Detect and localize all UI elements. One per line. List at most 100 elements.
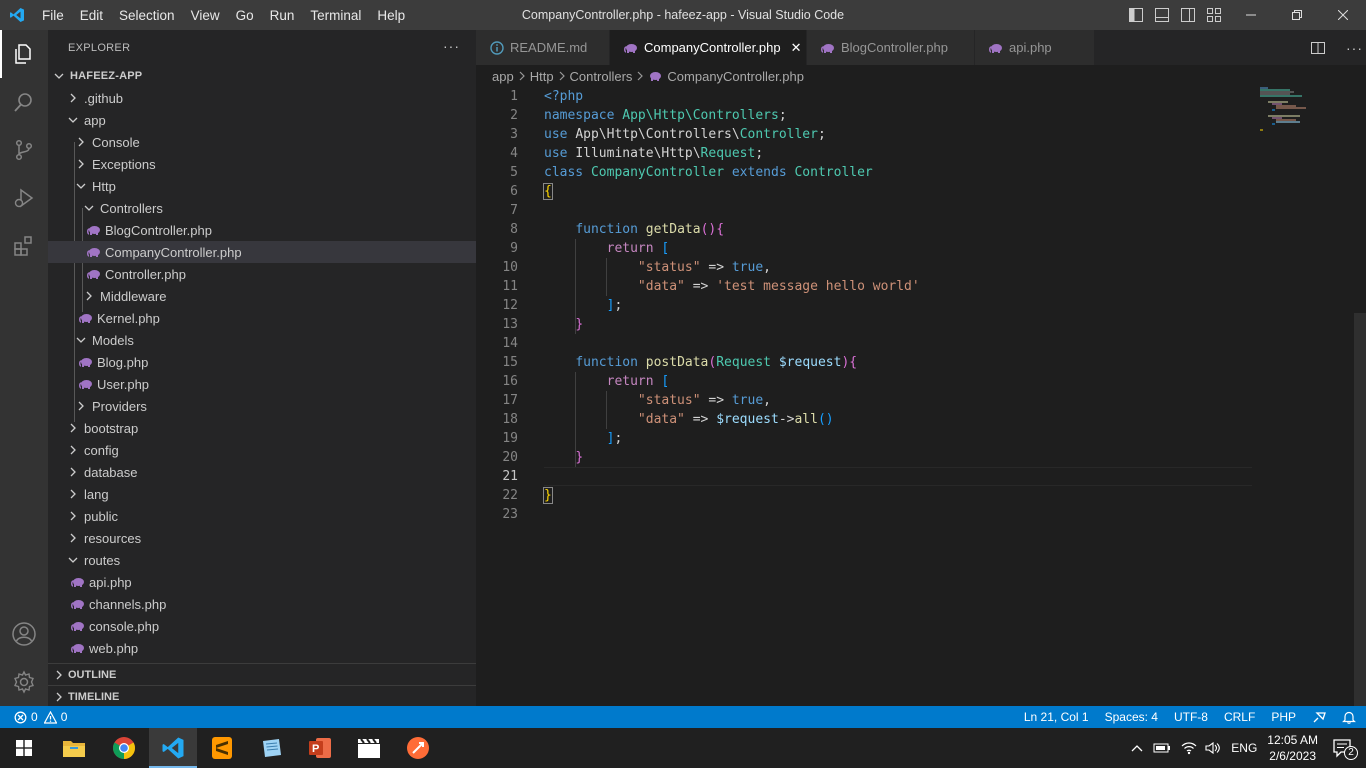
toggle-primary-sidebar-icon[interactable]	[1128, 7, 1144, 26]
end-of-line[interactable]: CRLF	[1224, 710, 1255, 724]
file-explorer-icon[interactable]	[50, 728, 98, 768]
tree-file-kernel-php[interactable]: Kernel.php	[48, 307, 476, 329]
tab-api[interactable]: api.php	[975, 30, 1095, 65]
tree-file-console-php[interactable]: console.php	[48, 615, 476, 637]
file-encoding[interactable]: UTF-8	[1174, 710, 1208, 724]
tab-blogcontroller[interactable]: BlogController.php	[807, 30, 975, 65]
menu-file[interactable]: File	[34, 8, 72, 23]
problems-indicator[interactable]: 0 0	[0, 710, 67, 724]
tree-item-label: public	[84, 508, 118, 524]
postman-icon[interactable]	[394, 728, 442, 768]
wifi-icon[interactable]	[1181, 741, 1197, 755]
tree-folder-controllers[interactable]: Controllers	[48, 197, 476, 219]
more-editor-actions-icon[interactable]: ···	[1346, 40, 1363, 59]
tree-folder-http[interactable]: Http	[48, 175, 476, 197]
outline-section[interactable]: OUTLINE	[48, 663, 476, 685]
windows-start-icon[interactable]	[0, 728, 48, 768]
tree-root-folder[interactable]: HAFEEZ-APP	[48, 65, 476, 87]
tree-folder-app[interactable]: app	[48, 109, 476, 131]
tree-item-label: web.php	[89, 640, 139, 656]
search-icon[interactable]	[0, 78, 48, 126]
tab-readme[interactable]: README.md	[476, 30, 610, 65]
breadcrumb-controllers[interactable]: Controllers	[570, 69, 633, 84]
tree-folder-models[interactable]: Models	[48, 329, 476, 351]
tree-folder-middleware[interactable]: Middleware	[48, 285, 476, 307]
tree-folder-public[interactable]: public	[48, 505, 476, 527]
editor-scrollbar[interactable]	[1354, 313, 1366, 706]
tree-folder-console[interactable]: Console	[48, 131, 476, 153]
toggle-secondary-sidebar-icon[interactable]	[1180, 7, 1196, 26]
run-debug-icon[interactable]	[0, 174, 48, 222]
tree-file-channels-php[interactable]: channels.php	[48, 593, 476, 615]
menu-selection[interactable]: Selection	[111, 8, 183, 23]
chevron-right-icon	[82, 291, 96, 301]
tree-file-user-php[interactable]: User.php	[48, 373, 476, 395]
php-elephant-icon	[648, 70, 662, 82]
tree-folder-providers[interactable]: Providers	[48, 395, 476, 417]
battery-icon[interactable]	[1153, 742, 1171, 754]
code-line-18: "data" => $request->all()	[637, 412, 834, 427]
settings-gear-icon[interactable]	[0, 658, 48, 706]
customize-layout-icon[interactable]	[1206, 7, 1222, 26]
explorer-icon[interactable]	[0, 30, 48, 78]
feedback-icon[interactable]	[1312, 710, 1326, 724]
menu-terminal[interactable]: Terminal	[302, 8, 369, 23]
menu-go[interactable]: Go	[228, 8, 262, 23]
powerpoint-icon[interactable]: P	[296, 728, 344, 768]
root-folder-label: HAFEEZ-APP	[70, 70, 143, 82]
video-editor-icon[interactable]	[345, 728, 393, 768]
php-elephant-icon	[86, 268, 102, 280]
tree-file-blogcontroller-php[interactable]: BlogController.php	[48, 219, 476, 241]
tree-folder-routes[interactable]: routes	[48, 549, 476, 571]
tab-companycontroller[interactable]: CompanyController.php ✕	[610, 30, 807, 65]
language-mode[interactable]: PHP	[1271, 710, 1296, 724]
notepad-icon[interactable]	[247, 728, 295, 768]
line-number: 18	[502, 412, 518, 427]
accounts-icon[interactable]	[0, 610, 48, 658]
tree-folder-bootstrap[interactable]: bootstrap	[48, 417, 476, 439]
menu-edit[interactable]: Edit	[72, 8, 111, 23]
menu-view[interactable]: View	[183, 8, 228, 23]
tree-file-web-php[interactable]: web.php	[48, 637, 476, 659]
minimize-icon[interactable]	[1228, 0, 1274, 30]
tree-item-label: User.php	[97, 376, 150, 392]
chevron-up-icon[interactable]	[1131, 744, 1143, 752]
volume-icon[interactable]	[1205, 741, 1221, 755]
language-indicator[interactable]: ENG	[1231, 741, 1257, 755]
breadcrumb-file[interactable]: CompanyController.php	[667, 69, 804, 84]
code-editor[interactable]: 1 2 3 4 5 6 7 8 9 10 11 12 13 14 15 16 17 18 19 20 21 22 23 <?…	[476, 87, 1366, 706]
action-center-icon[interactable]: 2	[1332, 738, 1358, 760]
source-control-icon[interactable]	[0, 126, 48, 174]
tree-file-api-php[interactable]: api.php	[48, 571, 476, 593]
close-window-icon[interactable]	[1320, 0, 1366, 30]
minimap[interactable]	[1260, 87, 1320, 137]
vscode-taskbar-icon[interactable]	[149, 728, 197, 768]
menu-run[interactable]: Run	[262, 8, 303, 23]
tree-folder-database[interactable]: database	[48, 461, 476, 483]
cursor-position[interactable]: Ln 21, Col 1	[1024, 710, 1089, 724]
toggle-panel-icon[interactable]	[1154, 7, 1170, 26]
tree-folder-github[interactable]: .github	[48, 87, 476, 109]
tree-folder-resources[interactable]: resources	[48, 527, 476, 549]
sublime-text-icon[interactable]	[198, 728, 246, 768]
vscode-logo-icon[interactable]	[0, 0, 34, 30]
breadcrumb-http[interactable]: Http	[530, 69, 554, 84]
more-actions-icon[interactable]: ···	[443, 38, 460, 54]
notifications-bell-icon[interactable]	[1342, 710, 1356, 724]
clock[interactable]: 12:05 AM 2/6/2023	[1267, 732, 1318, 764]
tree-file-controller-php[interactable]: Controller.php	[48, 263, 476, 285]
tree-folder-config[interactable]: config	[48, 439, 476, 461]
tree-file-blog-php[interactable]: Blog.php	[48, 351, 476, 373]
menu-help[interactable]: Help	[369, 8, 413, 23]
restore-icon[interactable]	[1274, 0, 1320, 30]
breadcrumb-app[interactable]: app	[492, 69, 514, 84]
tree-file-companycontroller-php[interactable]: CompanyController.php	[48, 241, 476, 263]
indentation[interactable]: Spaces: 4	[1105, 710, 1158, 724]
split-editor-icon[interactable]	[1310, 40, 1326, 59]
close-tab-icon[interactable]: ✕	[791, 40, 802, 56]
timeline-section[interactable]: TIMELINE	[48, 685, 476, 707]
tree-folder-exceptions[interactable]: Exceptions	[48, 153, 476, 175]
extensions-icon[interactable]	[0, 222, 48, 270]
tree-folder-lang[interactable]: lang	[48, 483, 476, 505]
chrome-icon[interactable]	[100, 728, 148, 768]
